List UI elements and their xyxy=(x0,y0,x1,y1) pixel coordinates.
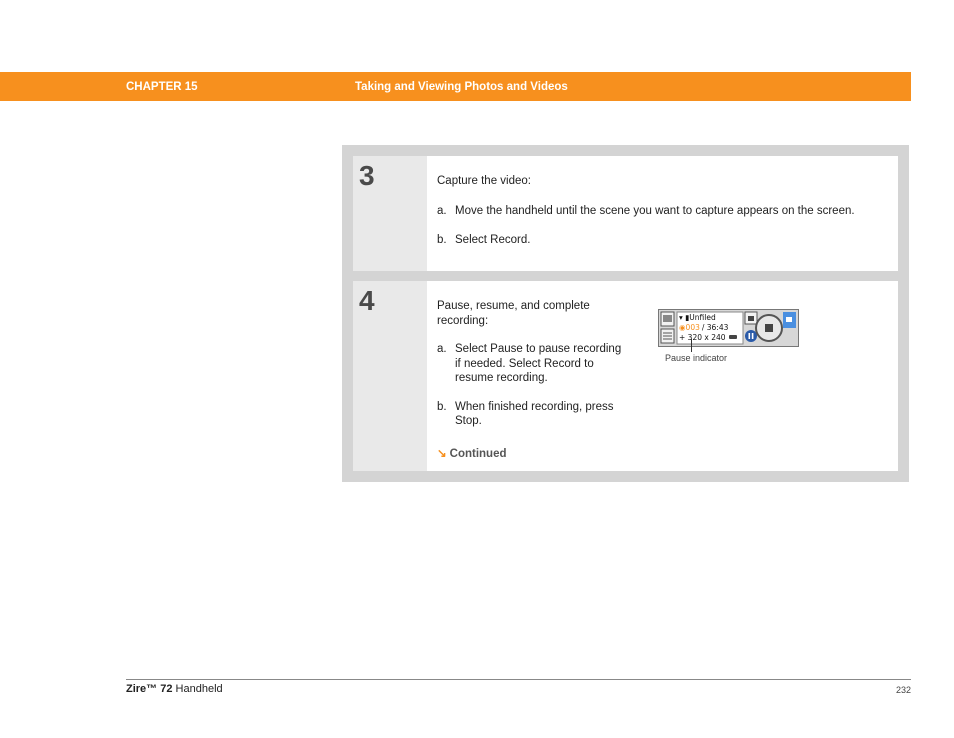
product-brand: Zire™ 72 xyxy=(126,683,173,695)
list-text: Move the handheld until the scene you wa… xyxy=(455,204,855,217)
step-body: Pause, resume, and complete recording: a… xyxy=(437,299,627,429)
list-item: a. Move the handheld until the scene you… xyxy=(437,204,877,219)
svg-text:+ 320 x 240: + 320 x 240 xyxy=(679,333,726,342)
list-item: b. Select Record. xyxy=(437,233,877,248)
list-text: Select Record. xyxy=(455,234,531,246)
list-item: a. Select Pause to pause recording if ne… xyxy=(437,342,627,386)
list-marker: b. xyxy=(437,400,447,413)
list-marker: a. xyxy=(437,204,447,217)
step-number-column: 4 xyxy=(353,281,427,471)
continued-label: Continued xyxy=(449,448,507,460)
steps-panel: 3 Capture the video: a. Move the handhel… xyxy=(342,145,909,482)
chapter-title: Taking and Viewing Photos and Videos xyxy=(355,81,568,93)
continued-link[interactable]: ↘ Continued xyxy=(437,446,507,460)
chapter-label: CHAPTER 15 xyxy=(126,81,198,93)
caption-leader-line xyxy=(691,339,692,352)
step-number: 3 xyxy=(359,160,375,191)
page-number: 232 xyxy=(895,685,911,695)
list-marker: b. xyxy=(437,234,447,246)
step-number: 4 xyxy=(359,285,375,316)
pause-icon xyxy=(745,330,757,342)
list-item: b. When finished recording, press Stop. xyxy=(437,400,627,429)
camera-screen-svg: ▾ ▮Unfiled ◉003/ 36:43 + 320 x 240 xyxy=(659,310,798,346)
list-text: Select Pause to pause recording if neede… xyxy=(455,343,622,384)
product-suffix: Handheld xyxy=(175,683,223,695)
list-marker: a. xyxy=(437,343,447,355)
step-number-column: 3 xyxy=(353,156,427,271)
continued-arrow-icon: ↘ xyxy=(437,448,447,460)
list-text: When finished recording, press Stop. xyxy=(455,400,614,428)
footer-divider xyxy=(126,679,911,680)
svg-text:◉003/ 36:43: ◉003/ 36:43 xyxy=(679,323,729,332)
chapter-header-bar: CHAPTER 15 Taking and Viewing Photos and… xyxy=(0,72,911,101)
step-3: 3 Capture the video: a. Move the handhel… xyxy=(353,156,898,271)
svg-text:▾ ▮Unfiled: ▾ ▮Unfiled xyxy=(679,313,716,322)
step-4: 4 Pause, resume, and complete recording:… xyxy=(353,281,898,471)
camera-screen-illustration: ▾ ▮Unfiled ◉003/ 36:43 + 320 x 240 xyxy=(658,309,799,347)
step-intro: Pause, resume, and complete recording: xyxy=(437,300,590,327)
step-intro: Capture the video: xyxy=(437,175,531,187)
step-body: Capture the video: a. Move the handheld … xyxy=(437,174,877,248)
screenshot-caption: Pause indicator xyxy=(665,353,728,363)
footer-product: Zire™ 72 Handheld xyxy=(126,683,223,695)
